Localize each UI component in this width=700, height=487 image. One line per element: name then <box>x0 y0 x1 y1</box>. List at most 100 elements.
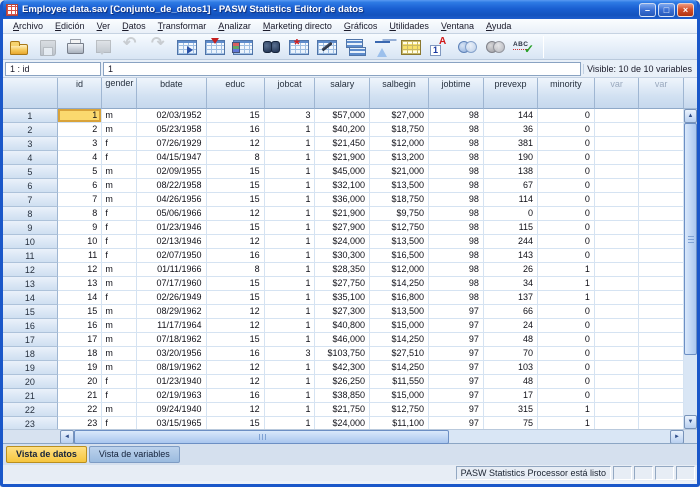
cell[interactable]: 1 <box>265 319 316 333</box>
horizontal-scrollbar-track[interactable] <box>449 430 670 444</box>
cell[interactable]: $9,750 <box>370 207 429 221</box>
redo-button[interactable] <box>145 35 173 58</box>
cell-var2[interactable] <box>639 305 684 319</box>
cell[interactable]: 15 <box>207 333 265 347</box>
cell-var2[interactable] <box>639 193 684 207</box>
cell[interactable]: $27,000 <box>370 109 429 123</box>
cell-var1[interactable] <box>595 403 640 417</box>
cell[interactable]: 70 <box>484 347 538 361</box>
cell[interactable]: 98 <box>429 277 484 291</box>
column-header-prevexp[interactable]: prevexp <box>484 78 538 109</box>
cell-var1[interactable] <box>595 361 640 375</box>
cell[interactable]: 1 <box>265 291 316 305</box>
menu-ventana[interactable]: Ventana <box>435 20 480 32</box>
cell[interactable]: 0 <box>538 361 595 375</box>
cell[interactable]: 0 <box>538 179 595 193</box>
cell[interactable]: 13 <box>58 277 103 291</box>
cell[interactable]: 1 <box>538 417 595 429</box>
cell[interactable]: 98 <box>429 235 484 249</box>
cell[interactable]: 98 <box>429 137 484 151</box>
cell[interactable]: $40,800 <box>315 319 370 333</box>
cell-var2[interactable] <box>639 165 684 179</box>
cell[interactable]: 97 <box>429 417 484 429</box>
vertical-scrollbar-thumb[interactable] <box>684 123 697 355</box>
cell-var2[interactable] <box>639 249 684 263</box>
horizontal-scrollbar[interactable]: ◄ ► <box>60 430 684 444</box>
cell[interactable]: 0 <box>538 333 595 347</box>
cell[interactable]: f <box>102 221 137 235</box>
cell[interactable]: 98 <box>429 207 484 221</box>
cell[interactable]: 0 <box>484 207 538 221</box>
cell-reference-box[interactable]: 1 : id <box>5 62 101 76</box>
cell-var2[interactable] <box>639 235 684 249</box>
cell-var2[interactable] <box>639 361 684 375</box>
menu-edici-n[interactable]: Edición <box>49 20 91 32</box>
cell[interactable]: $12,750 <box>370 403 429 417</box>
cell[interactable]: $21,750 <box>315 403 370 417</box>
cell[interactable]: 17 <box>484 389 538 403</box>
goto-case-button[interactable] <box>173 35 201 58</box>
cell[interactable]: 16 <box>207 123 265 137</box>
cell[interactable]: 0 <box>538 123 595 137</box>
cell[interactable]: $26,250 <box>315 375 370 389</box>
insert-variable-button[interactable] <box>313 35 341 58</box>
row-header-16[interactable]: 16 <box>3 319 58 333</box>
cell-var2[interactable] <box>639 347 684 361</box>
cell[interactable]: 0 <box>538 193 595 207</box>
cell-var2[interactable] <box>639 151 684 165</box>
row-header-13[interactable]: 13 <box>3 277 58 291</box>
cell[interactable]: 18 <box>58 347 103 361</box>
cell[interactable]: 15 <box>207 109 265 123</box>
cell-var2[interactable] <box>639 277 684 291</box>
row-header-7[interactable]: 7 <box>3 193 58 207</box>
cell-var2[interactable] <box>639 123 684 137</box>
column-header-salbegin[interactable]: salbegin <box>370 78 429 109</box>
cell[interactable]: 05/06/1966 <box>137 207 206 221</box>
scroll-down-button[interactable]: ▼ <box>684 415 697 429</box>
cell[interactable]: 3 <box>265 347 316 361</box>
cell[interactable]: 98 <box>429 151 484 165</box>
row-header-14[interactable]: 14 <box>3 291 58 305</box>
cell-var1[interactable] <box>595 151 640 165</box>
cell[interactable]: 1 <box>265 249 316 263</box>
cell[interactable]: 1 <box>265 123 316 137</box>
cell[interactable]: $11,550 <box>370 375 429 389</box>
menu-ayuda[interactable]: Ayuda <box>480 20 517 32</box>
cell[interactable]: 05/23/1958 <box>137 123 206 137</box>
cell[interactable]: $57,000 <box>315 109 370 123</box>
cell[interactable]: 3 <box>58 137 103 151</box>
cell[interactable]: 0 <box>538 249 595 263</box>
cell[interactable]: $14,250 <box>370 333 429 347</box>
row-header-21[interactable]: 21 <box>3 389 58 403</box>
cell[interactable]: 48 <box>484 333 538 347</box>
cell[interactable]: 02/07/1950 <box>137 249 206 263</box>
cell[interactable]: 1 <box>538 291 595 305</box>
cell[interactable]: $40,200 <box>315 123 370 137</box>
cell[interactable]: 23 <box>58 417 103 429</box>
cell[interactable]: 12 <box>207 403 265 417</box>
cell[interactable]: $18,750 <box>370 193 429 207</box>
cell[interactable]: 98 <box>429 123 484 137</box>
cell[interactable]: $36,000 <box>315 193 370 207</box>
cell-var2[interactable] <box>639 403 684 417</box>
cell-var2[interactable] <box>639 417 684 429</box>
split-file-button[interactable] <box>341 35 369 58</box>
find-button[interactable] <box>257 35 285 58</box>
cell[interactable]: 8 <box>207 151 265 165</box>
cell[interactable]: 15 <box>207 291 265 305</box>
cell[interactable]: $38,850 <box>315 389 370 403</box>
cell[interactable]: 02/03/1952 <box>137 109 206 123</box>
cell[interactable]: m <box>102 179 137 193</box>
cell[interactable]: 0 <box>538 165 595 179</box>
cell[interactable]: 02/09/1955 <box>137 165 206 179</box>
cell-var1[interactable] <box>595 277 640 291</box>
cell[interactable]: 98 <box>429 165 484 179</box>
cell[interactable]: 19 <box>58 361 103 375</box>
cell[interactable]: 190 <box>484 151 538 165</box>
cell[interactable]: 15 <box>58 305 103 319</box>
cell[interactable]: $27,510 <box>370 347 429 361</box>
row-header-10[interactable]: 10 <box>3 235 58 249</box>
cell[interactable]: $21,000 <box>370 165 429 179</box>
row-header-1[interactable]: 1 <box>3 109 58 123</box>
cell[interactable]: f <box>102 389 137 403</box>
